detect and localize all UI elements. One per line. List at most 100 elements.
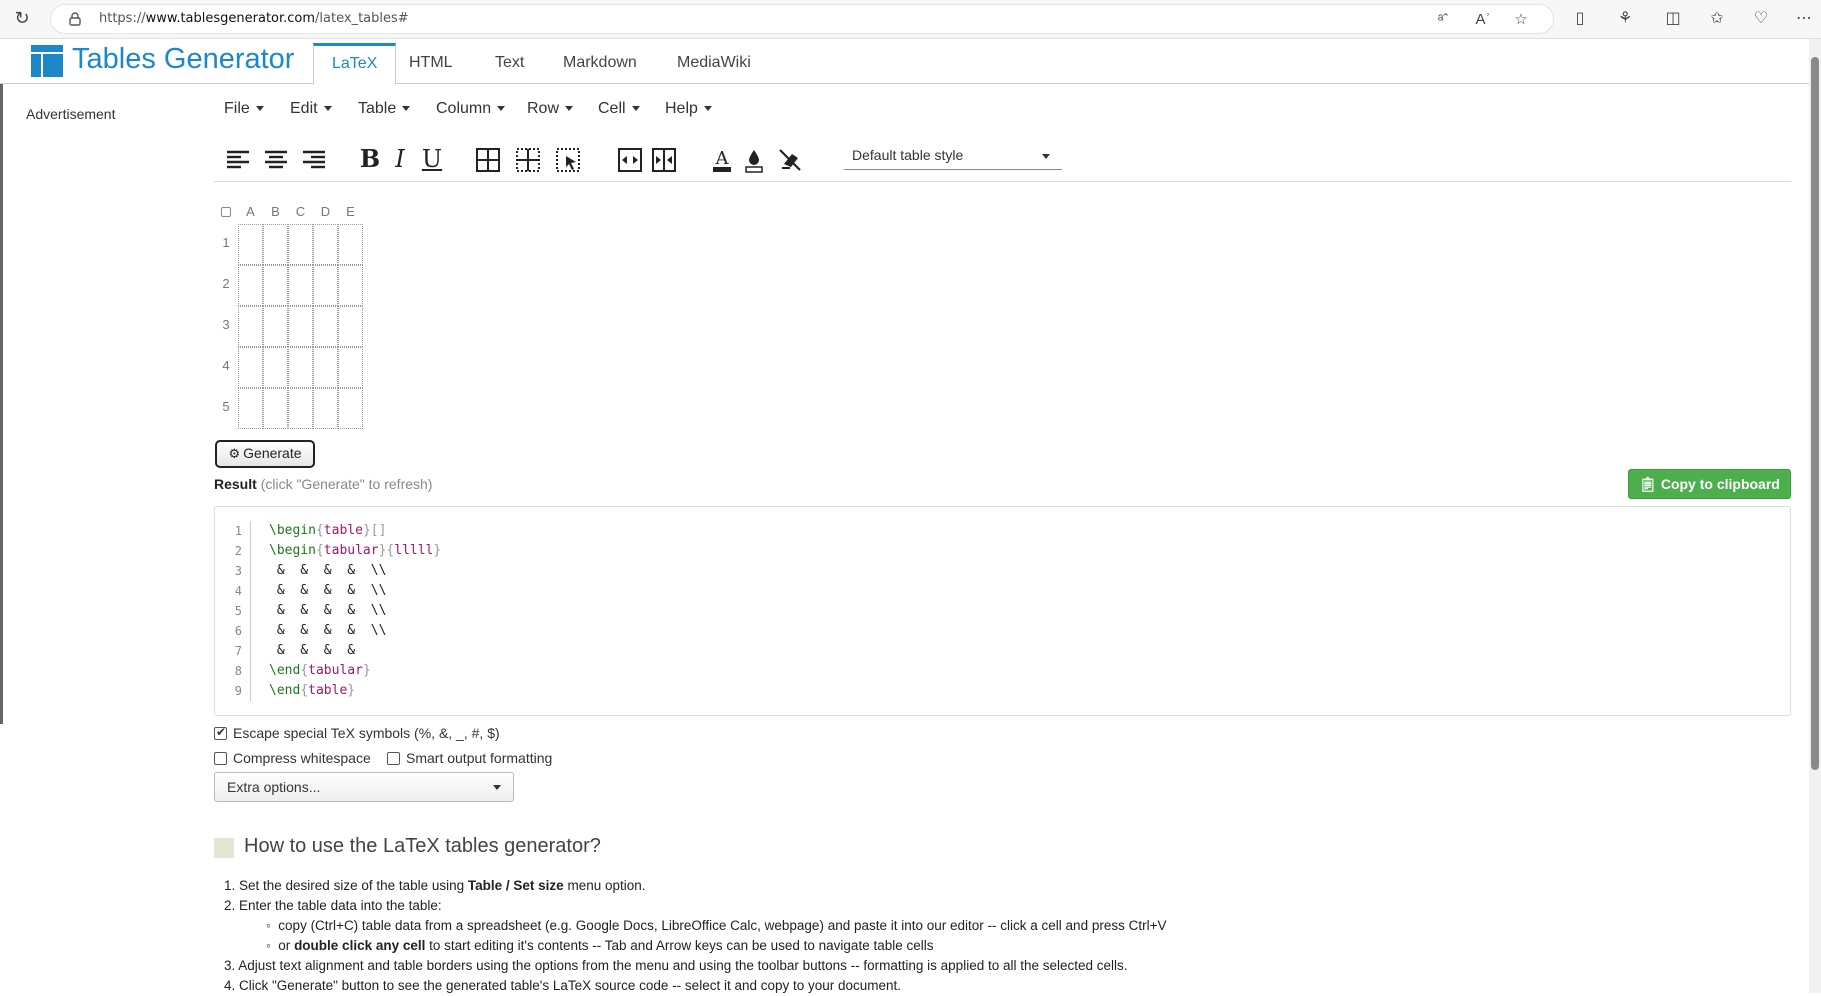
italic-button[interactable]: I: [386, 144, 414, 174]
url-text[interactable]: https://www.tablesgenerator.com/latex_ta…: [99, 11, 409, 26]
browser-essentials-icon[interactable]: ♡: [1750, 8, 1772, 30]
table-cell[interactable]: [263, 347, 288, 388]
table-cell[interactable]: [263, 224, 288, 265]
scrollbar-thumb[interactable]: [1811, 57, 1819, 770]
table-cell[interactable]: [338, 265, 363, 306]
gears-icon: ⚙: [228, 446, 241, 461]
latex-code-output[interactable]: 1 2 3 4 5 6 7 8 9 \begin{table}[] \begin…: [214, 506, 1791, 716]
translate-icon[interactable]: ᵃˆ: [1433, 10, 1453, 30]
split-cells-button[interactable]: [650, 146, 678, 174]
clear-formatting-button[interactable]: [776, 146, 804, 174]
favorite-star-icon[interactable]: ☆: [1511, 10, 1531, 30]
menu-row[interactable]: Row: [527, 100, 574, 118]
result-hint: (click "Generate" to refresh): [260, 476, 433, 492]
table-style-select[interactable]: Default table style: [844, 142, 1062, 170]
row-header-5[interactable]: 5: [218, 399, 234, 414]
address-bar[interactable]: https://www.tablesgenerator.com/latex_ta…: [50, 4, 1554, 34]
column-header-e[interactable]: E: [338, 204, 363, 219]
tab-mediawiki[interactable]: MediaWiki: [659, 43, 769, 84]
reading-view-icon[interactable]: ▯: [1569, 8, 1591, 30]
table-cell[interactable]: [313, 224, 338, 265]
select-borders-button[interactable]: [554, 146, 582, 174]
table-cell[interactable]: [313, 388, 338, 429]
underline-button[interactable]: U: [418, 144, 446, 174]
table-cell[interactable]: [313, 306, 338, 347]
table-cell[interactable]: [313, 265, 338, 306]
table-cell[interactable]: [288, 224, 313, 265]
table-cell[interactable]: [238, 347, 263, 388]
select-all-checkbox[interactable]: [221, 207, 231, 217]
reload-icon[interactable]: ↻: [12, 8, 32, 28]
copy-to-clipboard-button[interactable]: 📋︎ Copy to clipboard: [1628, 469, 1791, 499]
menu-edit[interactable]: Edit: [290, 100, 332, 118]
tab-html[interactable]: HTML: [391, 43, 471, 84]
line-number: 2: [234, 544, 242, 558]
generate-button[interactable]: ⚙ Generate: [215, 440, 315, 468]
table-cell[interactable]: [263, 306, 288, 347]
align-left-icon: [227, 150, 249, 169]
tab-text[interactable]: Text: [477, 43, 542, 84]
table-cell[interactable]: [288, 265, 313, 306]
read-aloud-icon[interactable]: Aʾ: [1473, 10, 1493, 30]
table-cell[interactable]: [338, 388, 363, 429]
line-number: 6: [234, 624, 242, 638]
table-cell[interactable]: [263, 265, 288, 306]
row-header-2[interactable]: 2: [218, 276, 234, 291]
align-left-button[interactable]: [224, 146, 252, 174]
table-cell[interactable]: [338, 224, 363, 265]
column-header-d[interactable]: D: [313, 204, 338, 219]
howto-step-2: 2. Enter the table data into the table:: [224, 898, 442, 913]
extensions-icon[interactable]: ⚘: [1614, 8, 1636, 30]
section-marker: [214, 838, 234, 858]
table-cell[interactable]: [288, 347, 313, 388]
menu-table[interactable]: Table: [358, 100, 411, 118]
table-cell[interactable]: [338, 306, 363, 347]
compress-whitespace-checkbox[interactable]: [214, 752, 227, 765]
row-header-4[interactable]: 4: [218, 358, 234, 373]
escape-tex-option[interactable]: Escape special TeX symbols (%, &, _, #, …: [214, 725, 500, 741]
table-cell[interactable]: [238, 224, 263, 265]
page-scrollbar[interactable]: [1809, 39, 1821, 993]
menu-cell[interactable]: Cell: [598, 100, 640, 118]
compress-whitespace-option[interactable]: Compress whitespace: [214, 750, 371, 766]
row-header-3[interactable]: 3: [218, 317, 234, 332]
tab-markdown[interactable]: Markdown: [545, 43, 655, 84]
extra-options-select[interactable]: Extra options...: [214, 772, 514, 802]
table-cell[interactable]: [238, 306, 263, 347]
column-header-a[interactable]: A: [238, 204, 263, 219]
table-cell[interactable]: [338, 347, 363, 388]
more-options-icon[interactable]: ⋯: [1793, 8, 1815, 30]
column-header-c[interactable]: C: [288, 204, 313, 219]
align-center-icon: [265, 150, 287, 169]
escape-tex-checkbox[interactable]: [214, 725, 227, 740]
table-cell[interactable]: [288, 388, 313, 429]
table-cell[interactable]: [263, 388, 288, 429]
line-number: 9: [234, 684, 242, 698]
column-header-b[interactable]: B: [263, 204, 288, 219]
bold-button[interactable]: B: [356, 144, 384, 174]
table-cell[interactable]: [288, 306, 313, 347]
merge-cells-button[interactable]: [616, 146, 644, 174]
align-center-button[interactable]: [262, 146, 290, 174]
smart-formatting-option[interactable]: Smart output formatting: [387, 750, 552, 766]
all-borders-button[interactable]: [474, 146, 502, 174]
inner-borders-button[interactable]: [514, 146, 542, 174]
table-cell[interactable]: [238, 388, 263, 429]
tab-latex[interactable]: LaTeX: [313, 43, 397, 85]
line-number: 4: [234, 584, 242, 598]
menu-help[interactable]: Help: [665, 100, 712, 118]
table-cell[interactable]: [313, 347, 338, 388]
background-color-button[interactable]: [740, 146, 768, 174]
menu-file[interactable]: File: [224, 100, 264, 118]
align-right-button[interactable]: [300, 146, 328, 174]
row-header-1[interactable]: 1: [218, 235, 234, 250]
tables-generator-logo-icon[interactable]: [31, 45, 63, 77]
menu-column[interactable]: Column: [436, 100, 506, 118]
logo-text[interactable]: Tables Generator: [72, 43, 294, 76]
split-screen-icon[interactable]: ◫: [1662, 8, 1684, 30]
all-borders-icon: [476, 148, 500, 172]
table-cell[interactable]: [238, 265, 263, 306]
text-color-button[interactable]: A: [708, 146, 736, 174]
favorites-icon[interactable]: ✩: [1706, 8, 1728, 30]
smart-formatting-checkbox[interactable]: [387, 752, 400, 765]
